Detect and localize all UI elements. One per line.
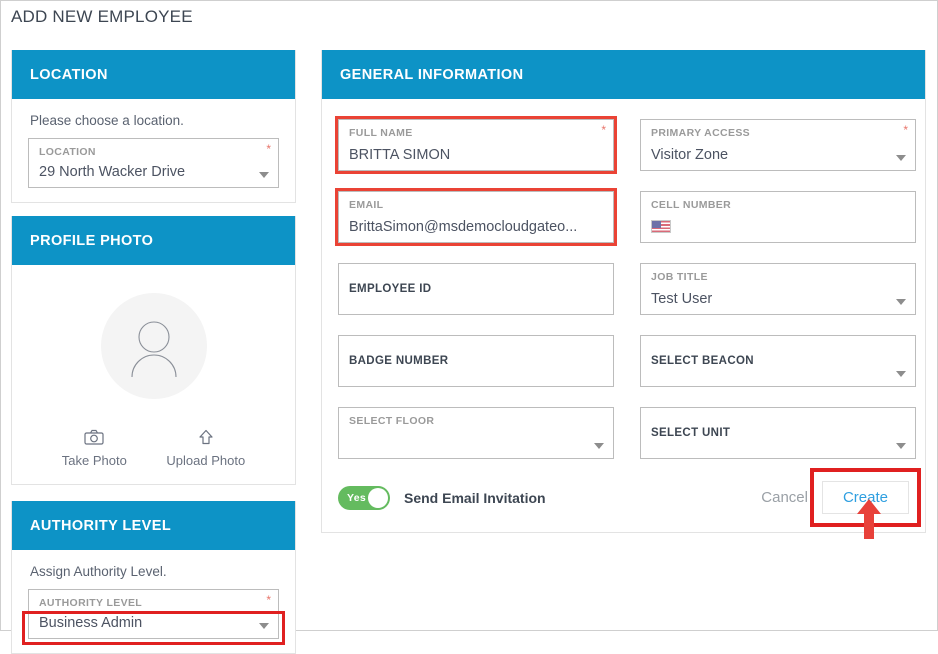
upload-photo-button[interactable]: Upload Photo <box>166 429 245 468</box>
employee-id-field[interactable]: EMPLOYEE ID <box>338 263 614 315</box>
general-information-footer: Yes Send Email Invitation Cancel Create <box>338 468 922 527</box>
email-value: BrittaSimon@msdemocloudgateo... <box>349 219 578 235</box>
cancel-button[interactable]: Cancel <box>747 483 822 512</box>
location-panel-body: Please choose a location. LOCATION * 29 … <box>12 99 295 202</box>
toggle-state-label: Yes <box>347 491 367 504</box>
upload-photo-label: Upload Photo <box>166 453 246 468</box>
upload-arrow-icon <box>166 429 245 448</box>
full-name-field[interactable]: FULL NAME * BRITTA SIMON <box>335 116 617 174</box>
job-title-value: Test User <box>651 291 713 307</box>
email-field[interactable]: EMAIL BrittaSimon@msdemocloudgateo... <box>335 188 617 246</box>
photo-actions: Take Photo Upload Photo <box>28 429 279 470</box>
required-star-icon: * <box>601 123 606 137</box>
badge-number-label: BADGE NUMBER <box>349 355 449 367</box>
chevron-down-icon <box>896 299 906 305</box>
select-floor-label: SELECT FLOOR <box>349 415 435 427</box>
location-panel: LOCATION Please choose a location. LOCAT… <box>11 50 296 203</box>
us-flag-icon <box>651 220 671 233</box>
employee-id-label: EMPLOYEE ID <box>349 283 432 295</box>
chevron-down-icon <box>594 443 604 449</box>
authority-helper-text: Assign Authority Level. <box>30 564 167 579</box>
job-title-field[interactable]: JOB TITLE Test User <box>640 263 916 315</box>
location-helper-text: Please choose a location. <box>30 113 184 128</box>
authority-level-panel-header: AUTHORITY LEVEL <box>12 501 295 550</box>
send-email-invitation-row: Yes Send Email Invitation <box>338 485 546 510</box>
send-email-invitation-toggle[interactable]: Yes <box>338 485 390 510</box>
badge-number-field[interactable]: BADGE NUMBER <box>338 335 614 387</box>
general-information-field-grid: FULL NAME * BRITTA SIMON PRIMARY ACCESS … <box>335 116 916 459</box>
required-star-icon: * <box>266 142 271 156</box>
general-information-panel: GENERAL INFORMATION FULL NAME * BRITTA S… <box>321 50 926 533</box>
location-select-value: 29 North Wacker Drive <box>39 164 186 180</box>
required-star-icon: * <box>266 593 271 607</box>
job-title-label: JOB TITLE <box>651 271 708 283</box>
take-photo-button[interactable]: Take Photo <box>62 429 127 468</box>
cell-number-field[interactable]: CELL NUMBER <box>640 191 916 243</box>
primary-access-value: Visitor Zone <box>651 147 729 163</box>
red-arrow-annotation <box>855 499 883 539</box>
profile-photo-panel: PROFILE PHOTO Take Photo Upload Photo <box>11 216 296 485</box>
chevron-down-icon <box>896 155 906 161</box>
avatar-wrapper <box>28 293 279 399</box>
profile-photo-panel-header: PROFILE PHOTO <box>12 216 295 265</box>
take-photo-label: Take Photo <box>61 453 127 468</box>
cell-number-label: CELL NUMBER <box>651 199 732 211</box>
full-name-label: FULL NAME <box>349 127 413 139</box>
full-name-value: BRITTA SIMON <box>349 147 451 163</box>
select-beacon-field[interactable]: SELECT BEACON <box>640 335 916 387</box>
avatar <box>100 293 207 399</box>
select-unit-label: SELECT UNIT <box>651 427 731 439</box>
general-information-panel-header: GENERAL INFORMATION <box>322 50 925 99</box>
authority-level-select[interactable]: AUTHORITY LEVEL * Business Admin <box>22 589 285 645</box>
page-title: ADD NEW EMPLOYEE <box>11 7 193 26</box>
select-floor-field[interactable]: SELECT FLOOR <box>338 407 614 459</box>
chevron-down-icon <box>259 623 269 629</box>
send-email-invitation-label: Send Email Invitation <box>404 489 546 506</box>
authority-level-panel-body: Assign Authority Level. AUTHORITY LEVEL … <box>12 550 295 653</box>
authority-level-select-label: AUTHORITY LEVEL <box>39 597 143 609</box>
email-label: EMAIL <box>349 199 384 211</box>
chevron-down-icon <box>259 172 269 178</box>
location-panel-header: LOCATION <box>12 50 295 99</box>
camera-icon <box>62 429 127 448</box>
authority-level-panel: AUTHORITY LEVEL Assign Authority Level. … <box>11 501 296 654</box>
required-star-icon: * <box>903 123 908 137</box>
select-unit-field[interactable]: SELECT UNIT <box>640 407 916 459</box>
person-placeholder-icon <box>130 321 177 378</box>
authority-level-select-value: Business Admin <box>39 615 143 631</box>
form-actions: Cancel Create <box>747 468 922 527</box>
toggle-knob <box>368 487 388 508</box>
primary-access-field[interactable]: PRIMARY ACCESS * Visitor Zone <box>640 119 916 171</box>
chevron-down-icon <box>896 443 906 449</box>
general-information-panel-body: FULL NAME * BRITTA SIMON PRIMARY ACCESS … <box>322 99 925 532</box>
primary-access-label: PRIMARY ACCESS <box>651 127 751 139</box>
select-beacon-label: SELECT BEACON <box>651 355 754 367</box>
location-select[interactable]: LOCATION * 29 North Wacker Drive <box>28 138 279 188</box>
profile-photo-panel-body: Take Photo Upload Photo <box>12 265 295 484</box>
chevron-down-icon <box>896 371 906 377</box>
location-select-label: LOCATION <box>39 146 96 158</box>
